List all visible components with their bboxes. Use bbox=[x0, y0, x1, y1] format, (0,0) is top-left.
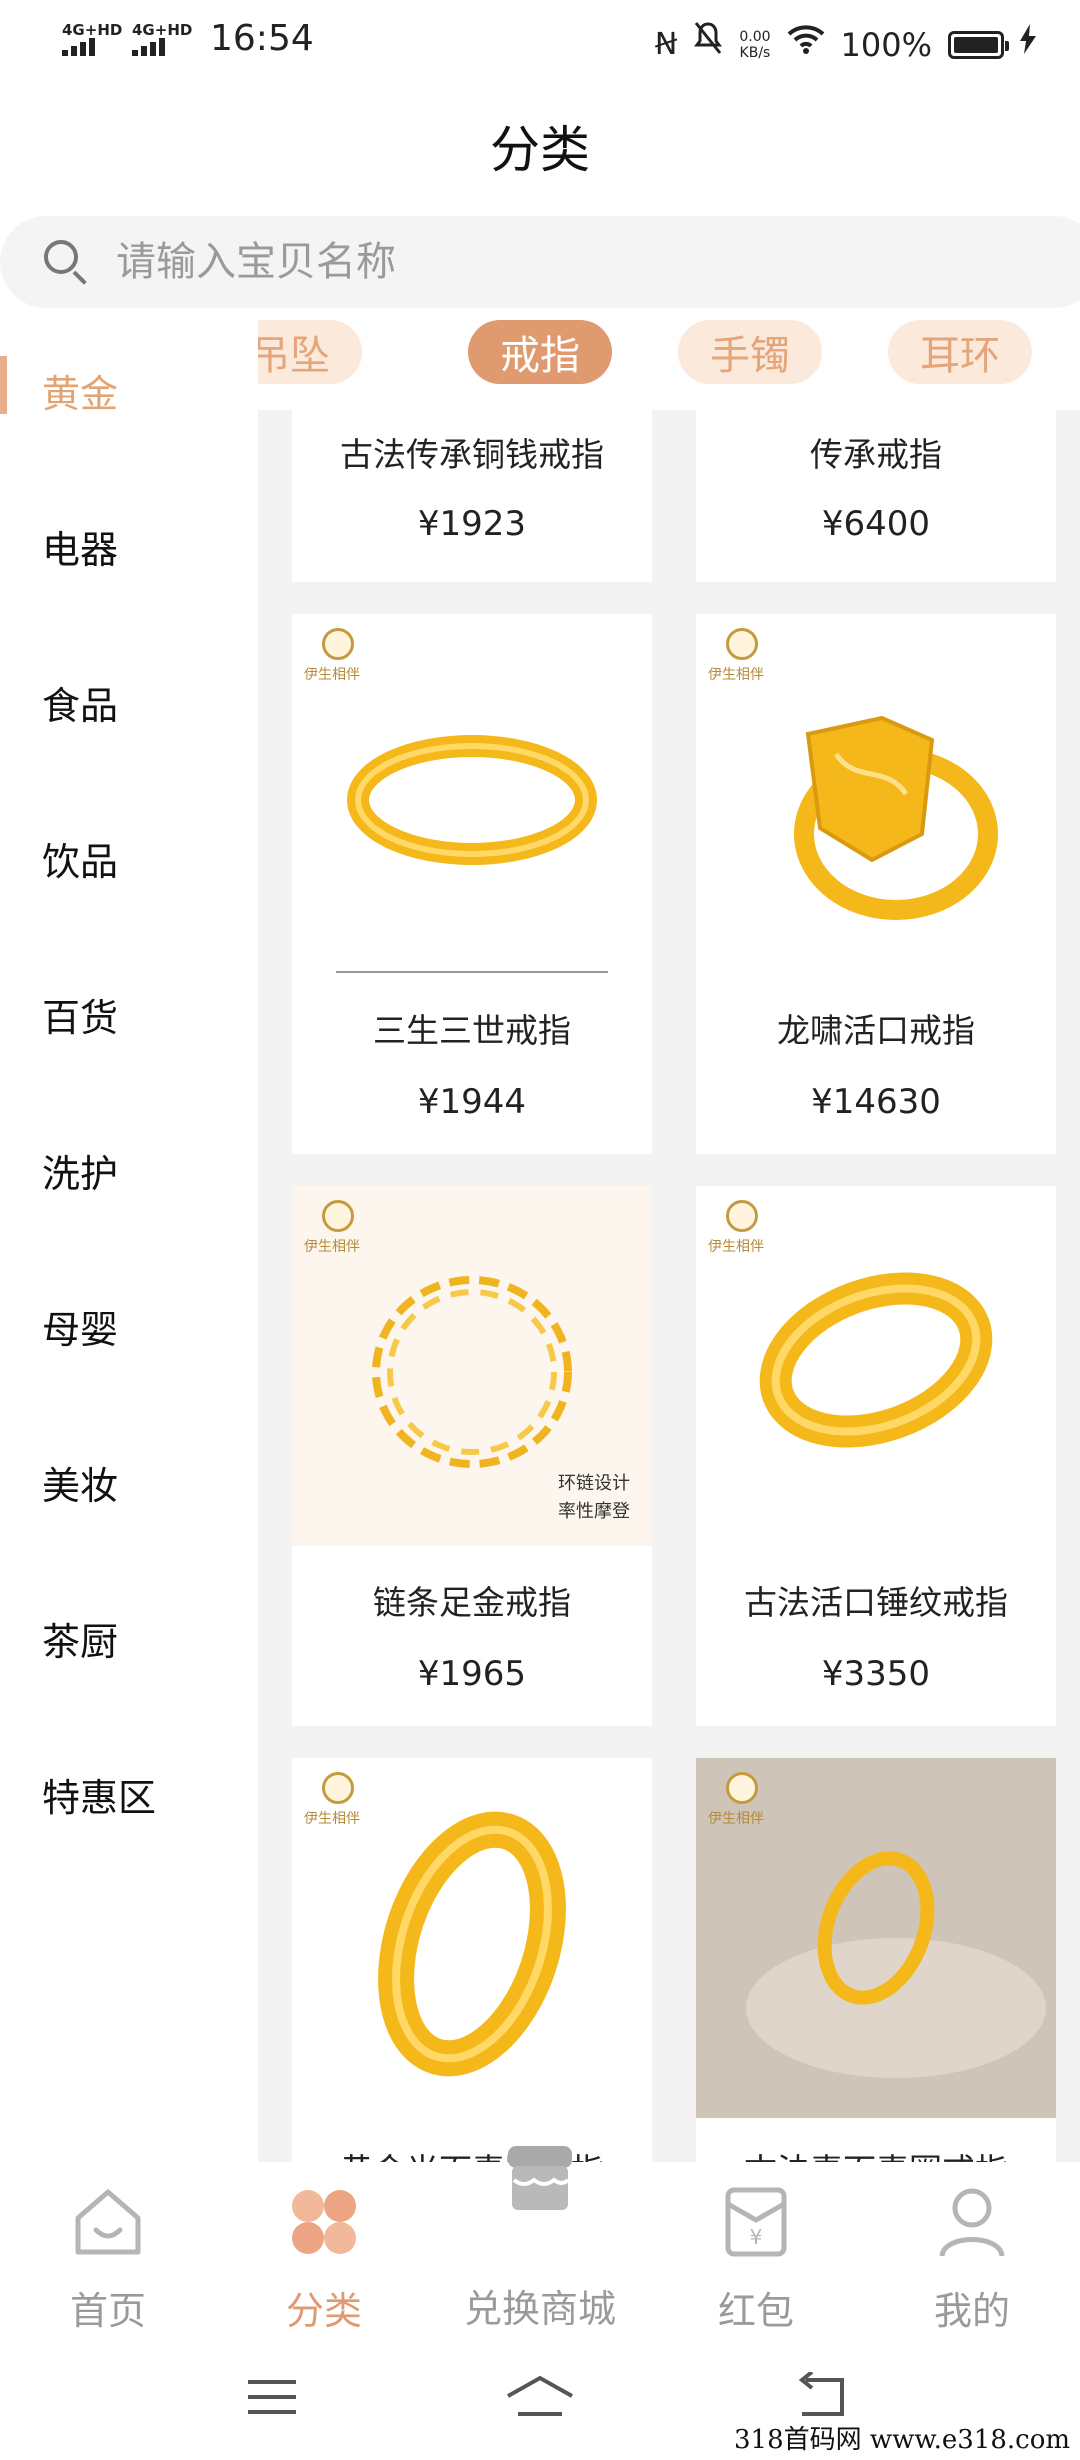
product-image: 伊生相伴 bbox=[292, 614, 652, 974]
product-name: 三生三世戒指 bbox=[373, 1011, 571, 1050]
nav-exchange-store[interactable]: 兑换商城 bbox=[432, 2146, 648, 2342]
search-bar[interactable] bbox=[0, 216, 1080, 308]
nav-profile[interactable]: 我的 bbox=[864, 2162, 1080, 2342]
slogan-line: 环链设计 bbox=[558, 1473, 630, 1494]
product-area: 吊坠 戒指 手镯 耳环 古法传承铜钱戒指 ¥1923 传承戒指 ¥6400 伊生… bbox=[258, 312, 1080, 2162]
nav-label: 首页 bbox=[69, 2289, 146, 2333]
svg-text:¥: ¥ bbox=[750, 2225, 763, 2249]
slogan-line: 率性摩登 bbox=[558, 1501, 630, 1522]
sidebar-item-tea-kitchen[interactable]: 茶厨 bbox=[0, 1560, 258, 1716]
tab-earring[interactable]: 耳环 bbox=[888, 320, 1032, 384]
tab-pendant[interactable]: 吊坠 bbox=[258, 320, 362, 384]
network-type: 4G+HD bbox=[132, 20, 193, 39]
product-image: 伊生相伴 bbox=[696, 1186, 1056, 1546]
search-icon bbox=[44, 240, 88, 285]
product-name: 龙啸活口戒指 bbox=[777, 1011, 975, 1050]
store-icon bbox=[508, 2146, 572, 2210]
nfc-icon: Ꞥ bbox=[654, 26, 678, 62]
nav-label: 红包 bbox=[717, 2289, 794, 2333]
product-card[interactable]: 伊生相伴 三生三世戒指 ¥1944 bbox=[292, 614, 652, 1154]
home-icon bbox=[75, 2189, 141, 2255]
profile-icon bbox=[939, 2188, 1005, 2257]
signal-icon: 4G+HD bbox=[132, 22, 192, 56]
sidebar-item-drinks[interactable]: 饮品 bbox=[0, 780, 258, 936]
product-card[interactable]: 伊生相伴 古法活口锤纹戒指 ¥3350 bbox=[696, 1186, 1056, 1726]
clock: 16:54 bbox=[210, 18, 314, 59]
product-card[interactable]: 伊生相伴 古法素面素圈戒指 bbox=[696, 1758, 1056, 2162]
sidebar-item-food[interactable]: 食品 bbox=[0, 624, 258, 780]
nav-home[interactable]: 首页 bbox=[0, 2162, 216, 2342]
product-name: 古法传承铜钱戒指 bbox=[340, 435, 604, 474]
tab-ring[interactable]: 戒指 bbox=[468, 320, 612, 384]
sidebar-item-wash-care[interactable]: 洗护 bbox=[0, 1092, 258, 1248]
signal-icon: 4G+HD bbox=[62, 22, 122, 56]
speed-unit: KB/s bbox=[739, 44, 771, 61]
nav-red-packet[interactable]: ¥ 红包 bbox=[648, 2162, 864, 2342]
sidebar-item-gold[interactable]: 黄金 bbox=[0, 312, 258, 468]
page-title: 分类 bbox=[490, 121, 590, 179]
system-nav-bar: 318首码网 www.e318.com bbox=[0, 2342, 1080, 2460]
product-price: ¥6400 bbox=[821, 504, 931, 544]
tab-bangle[interactable]: 手镯 bbox=[678, 320, 822, 384]
product-card[interactable]: 伊生相伴 龙啸活口戒指 ¥14630 bbox=[696, 614, 1056, 1154]
battery-percent: 100% bbox=[840, 25, 932, 64]
speed-value: 0.00 bbox=[739, 28, 771, 45]
product-image: 伊生相伴 bbox=[292, 1758, 652, 2118]
category-icon bbox=[292, 2190, 356, 2254]
status-bar: 4G+HD 4G+HD 16:54 Ꞥ 0.00 KB/s 100% bbox=[0, 0, 1080, 84]
mute-icon bbox=[693, 20, 723, 69]
sidebar-item-deals[interactable]: 特惠区 bbox=[0, 1716, 258, 1872]
product-card[interactable]: 古法传承铜钱戒指 ¥1923 bbox=[292, 410, 652, 582]
sidebar-item-appliances[interactable]: 电器 bbox=[0, 468, 258, 624]
nav-label: 分类 bbox=[285, 2289, 362, 2333]
home-button-icon[interactable] bbox=[504, 2372, 576, 2422]
bottom-nav: 首页 分类 兑换商城 ¥ 红包 我的 bbox=[0, 2146, 1080, 2342]
red-packet-icon: ¥ bbox=[725, 2187, 787, 2257]
product-name: 古法素面素圈戒指 bbox=[696, 2144, 1056, 2162]
sidebar-item-baby[interactable]: 母婴 bbox=[0, 1248, 258, 1404]
status-left: 4G+HD 4G+HD 16:54 bbox=[62, 18, 314, 59]
product-card[interactable]: 传承戒指 ¥6400 bbox=[696, 410, 1056, 582]
menu-icon[interactable] bbox=[242, 2372, 302, 2422]
product-price: ¥1965 bbox=[417, 1654, 527, 1694]
network-speed: 0.00 KB/s bbox=[739, 29, 770, 61]
status-right: Ꞥ 0.00 KB/s 100% bbox=[655, 20, 1036, 69]
nav-label: 兑换商城 bbox=[463, 2287, 616, 2331]
product-image: 伊生相伴 bbox=[696, 1758, 1056, 2118]
product-image: 伊生相伴 bbox=[696, 614, 1056, 974]
back-icon[interactable] bbox=[792, 2372, 852, 2422]
battery-icon bbox=[948, 30, 1009, 59]
sidebar-item-general[interactable]: 百货 bbox=[0, 936, 258, 1092]
network-type: 4G+HD bbox=[62, 20, 123, 39]
watermark: 318首码网 www.e318.com bbox=[734, 2425, 1070, 2455]
nav-label: 我的 bbox=[933, 2289, 1010, 2333]
product-price: ¥1944 bbox=[417, 1082, 527, 1122]
product-name: 传承戒指 bbox=[810, 435, 942, 474]
product-name: 链条足金戒指 bbox=[373, 1583, 571, 1622]
charging-icon bbox=[1020, 23, 1036, 67]
product-name: 黄金光面素圈戒指 bbox=[292, 2144, 652, 2162]
product-price: ¥3350 bbox=[821, 1654, 931, 1694]
product-image: 伊生相伴 环链设计 率性摩登 bbox=[292, 1186, 652, 1546]
product-card[interactable]: 伊生相伴 黄金光面素圈戒指 bbox=[292, 1758, 652, 2162]
product-slogan: 环链设计 率性摩登 bbox=[558, 1470, 630, 1526]
product-price: ¥14630 bbox=[811, 1082, 941, 1122]
search-input[interactable] bbox=[116, 239, 916, 285]
product-card[interactable]: 伊生相伴 环链设计 率性摩登 链条足金戒指 ¥1965 bbox=[292, 1186, 652, 1726]
wifi-icon bbox=[787, 23, 825, 67]
product-name: 古法活口锤纹戒指 bbox=[744, 1583, 1008, 1622]
subcategory-tabs: 吊坠 戒指 手镯 耳环 bbox=[258, 312, 1080, 410]
product-price: ¥1923 bbox=[417, 504, 527, 544]
category-sidebar: 黄金 电器 食品 饮品 百货 洗护 母婴 美妆 茶厨 特惠区 bbox=[0, 312, 258, 2162]
nav-category[interactable]: 分类 bbox=[216, 2162, 432, 2342]
sidebar-item-beauty[interactable]: 美妆 bbox=[0, 1404, 258, 1560]
